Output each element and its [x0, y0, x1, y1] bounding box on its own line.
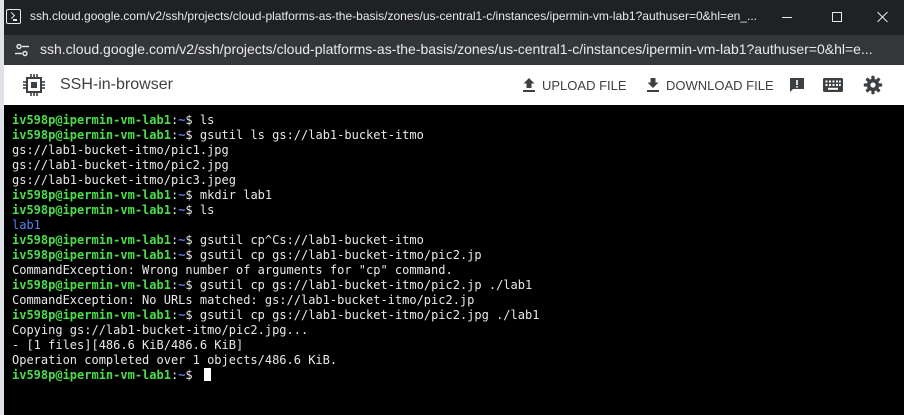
- upload-icon: [523, 78, 535, 92]
- output-text: gs://lab1-bucket-itmo/pic1.jpg: [12, 143, 229, 157]
- keyboard-button[interactable]: [822, 75, 844, 95]
- output-text: CommandException: Wrong number of argume…: [12, 263, 453, 277]
- command-text: ls: [199, 203, 215, 217]
- terminal-command-line: iv598p@ipermin-vm-lab1:~$ ls: [12, 203, 904, 218]
- chip-icon: [23, 74, 45, 96]
- prompt-user: iv598p@ipermin-vm-lab1: [12, 248, 171, 262]
- terminal-command-line: iv598p@ipermin-vm-lab1:~$ gsutil cp gs:/…: [12, 278, 904, 293]
- app-title: SSH-in-browser: [60, 76, 173, 93]
- output-text: gs://lab1-bucket-itmo/pic3.jpeg: [12, 173, 236, 187]
- output-text: gs://lab1-bucket-itmo/pic2.jpg: [12, 158, 229, 172]
- terminal-app-icon: [6, 9, 21, 24]
- prompt-user: iv598p@ipermin-vm-lab1: [12, 308, 171, 322]
- prompt-user: iv598p@ipermin-vm-lab1: [12, 278, 171, 292]
- download-file-button[interactable]: DOWNLOAD FILE: [646, 73, 774, 97]
- prompt-symbol: $: [185, 308, 200, 322]
- terminal-command-line: iv598p@ipermin-vm-lab1:~$ gsutil cp gs:/…: [12, 248, 904, 263]
- maximize-button[interactable]: [814, 2, 860, 32]
- command-text: gsutil cp gs://lab1-bucket-itmo/pic2.jp: [199, 248, 482, 262]
- feedback-icon: [790, 78, 804, 92]
- terminal-cursor: [203, 368, 211, 381]
- terminal-output-line: gs://lab1-bucket-itmo/pic3.jpeg: [12, 173, 904, 188]
- app-header: SSH-in-browser UPLOAD FILE DOWNLOAD FILE: [4, 65, 904, 105]
- prompt-symbol: $: [185, 188, 200, 202]
- terminal-command-line: iv598p@ipermin-vm-lab1:~$: [12, 368, 904, 383]
- terminal-output-line: lab1: [12, 218, 904, 233]
- url-text[interactable]: ssh.cloud.google.com/v2/ssh/projects/clo…: [40, 41, 900, 61]
- terminal-output-line: Copying gs://lab1-bucket-itmo/pic2.jpg..…: [12, 323, 904, 338]
- terminal-output-line: CommandException: No URLs matched: gs://…: [12, 293, 904, 308]
- prompt-symbol: $: [185, 248, 200, 262]
- feedback-button[interactable]: [786, 75, 808, 95]
- output-text: CommandException: No URLs matched: gs://…: [12, 293, 475, 307]
- settings-button[interactable]: [862, 75, 884, 95]
- prompt-symbol: $: [185, 368, 200, 382]
- terminal-output-line: - [1 files][486.6 KiB/486.6 KiB]: [12, 338, 904, 353]
- terminal-command-line: iv598p@ipermin-vm-lab1:~$ gsutil cp^Cs:/…: [12, 233, 904, 248]
- terminal-command-line: iv598p@ipermin-vm-lab1:~$ gsutil cp gs:/…: [12, 308, 904, 323]
- address-bar: ssh.cloud.google.com/v2/ssh/projects/clo…: [4, 35, 904, 65]
- terminal-command-line: iv598p@ipermin-vm-lab1:~$ mkdir lab1: [12, 188, 904, 203]
- terminal-output-line: gs://lab1-bucket-itmo/pic1.jpg: [12, 143, 904, 158]
- terminal-output-line: Operation completed over 1 objects/486.6…: [12, 353, 904, 368]
- upload-file-label: UPLOAD FILE: [542, 77, 627, 93]
- prompt-symbol: $: [185, 128, 200, 142]
- command-text: gsutil ls gs://lab1-bucket-itmo: [199, 128, 424, 142]
- command-text: gsutil cp gs://lab1-bucket-itmo/pic2.jp …: [199, 278, 533, 292]
- minimize-icon: [782, 16, 792, 18]
- download-icon: [647, 78, 659, 92]
- prompt-symbol: $: [185, 113, 200, 127]
- prompt-user: iv598p@ipermin-vm-lab1: [12, 368, 171, 382]
- prompt-user: iv598p@ipermin-vm-lab1: [12, 128, 171, 142]
- window-title: ssh.cloud.google.com/v2/ssh/projects/clo…: [30, 9, 758, 23]
- window-titlebar[interactable]: ssh.cloud.google.com/v2/ssh/projects/clo…: [4, 0, 904, 35]
- ssh-browser-window: ssh.cloud.google.com/v2/ssh/projects/clo…: [4, 0, 904, 415]
- command-text: mkdir lab1: [199, 188, 273, 202]
- terminal-command-line: iv598p@ipermin-vm-lab1:~$ ls: [12, 113, 904, 128]
- prompt-user: iv598p@ipermin-vm-lab1: [12, 113, 171, 127]
- prompt-symbol: $: [185, 278, 200, 292]
- command-text: ls: [199, 113, 215, 127]
- close-icon: [877, 11, 889, 23]
- command-text: gsutil cp^Cs://lab1-bucket-itmo: [199, 233, 424, 247]
- directory-entry: lab1: [12, 218, 41, 232]
- terminal-command-line: iv598p@ipermin-vm-lab1:~$ gsutil ls gs:/…: [12, 128, 904, 143]
- minimize-button[interactable]: [764, 2, 810, 32]
- close-button[interactable]: [860, 2, 904, 32]
- prompt-user: iv598p@ipermin-vm-lab1: [12, 188, 171, 202]
- upload-file-button[interactable]: UPLOAD FILE: [522, 73, 627, 97]
- terminal[interactable]: iv598p@ipermin-vm-lab1:~$ ls iv598p@iperm…: [4, 105, 904, 415]
- command-text: gsutil cp gs://lab1-bucket-itmo/pic2.jpg…: [199, 308, 540, 322]
- maximize-icon: [832, 12, 842, 22]
- download-file-label: DOWNLOAD FILE: [666, 77, 774, 93]
- output-text: Operation completed over 1 objects/486.6…: [12, 353, 338, 367]
- keyboard-icon: [823, 78, 843, 92]
- settings-icon: [863, 75, 883, 95]
- site-info-icon[interactable]: [14, 42, 30, 58]
- prompt-symbol: $: [185, 233, 200, 247]
- prompt-user: iv598p@ipermin-vm-lab1: [12, 203, 171, 217]
- terminal-output-line: gs://lab1-bucket-itmo/pic2.jpg: [12, 158, 904, 173]
- output-text: Copying gs://lab1-bucket-itmo/pic2.jpg..…: [12, 323, 309, 337]
- prompt-symbol: $: [185, 203, 200, 217]
- output-text: - [1 files][486.6 KiB/486.6 KiB]: [12, 338, 244, 352]
- prompt-user: iv598p@ipermin-vm-lab1: [12, 233, 171, 247]
- terminal-output-line: CommandException: Wrong number of argume…: [12, 263, 904, 278]
